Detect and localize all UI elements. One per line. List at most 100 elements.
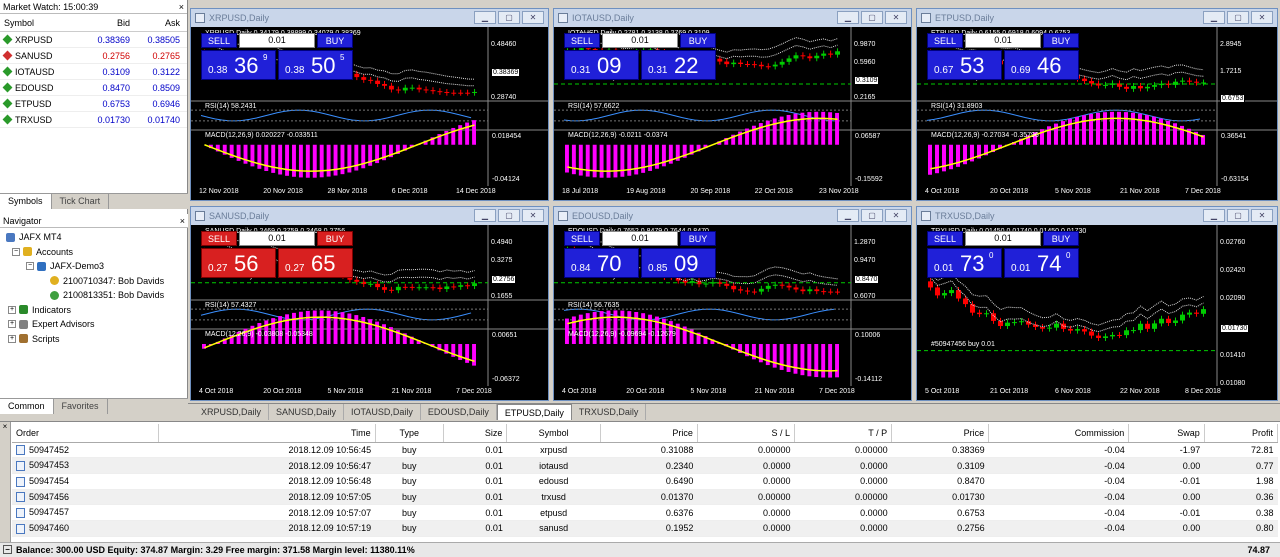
buy-button[interactable]: BUY — [317, 33, 353, 48]
chart-tab[interactable]: IOTAUSD,Daily — [344, 404, 421, 420]
column-header[interactable]: Price — [600, 424, 698, 443]
buy-button[interactable]: BUY — [680, 231, 716, 246]
bid-price-button[interactable]: 0.84 70 — [564, 248, 639, 278]
minimize-icon[interactable]: ▁ — [1203, 11, 1225, 24]
lot-size-input[interactable]: 0.01 — [602, 33, 678, 48]
minimize-icon[interactable]: ▁ — [837, 11, 859, 24]
market-watch-row[interactable]: XRPUSD 0.38369 0.38505 — [0, 32, 187, 48]
bid-price-button[interactable]: 0.01 73 0 — [927, 248, 1002, 278]
lot-size-input[interactable]: 0.01 — [239, 231, 315, 246]
bid-price-button[interactable]: 0.38 36 9 — [201, 50, 276, 80]
close-icon[interactable]: ✕ — [1251, 11, 1273, 24]
close-icon[interactable]: ✕ — [522, 209, 544, 222]
ask-price-button[interactable]: 0.01 74 0 — [1004, 248, 1079, 278]
chart-window[interactable]: SANUSD,Daily ▁▢✕ SANUSD,Daily 0.2469 0.275… — [190, 206, 549, 401]
chart-tab[interactable]: ETPUSD,Daily — [496, 404, 572, 420]
chart-titlebar[interactable]: ETPUSD,Daily ▁ ▢ ✕ — [917, 9, 1277, 27]
chart-window[interactable]: XRPUSD,Daily ▁▢✕ XRPUSD,Daily 0.34179 0.38… — [190, 8, 549, 201]
chart-plot[interactable]: XRPUSD,Daily 0.34179 0.38899 0.34079 0.3… — [191, 27, 548, 200]
sell-button[interactable]: SELL — [201, 33, 237, 48]
column-header[interactable]: Swap — [1128, 424, 1205, 443]
column-header[interactable]: Price — [891, 424, 990, 443]
market-watch-row[interactable]: IOTAUSD 0.3109 0.3122 — [0, 64, 187, 80]
close-icon[interactable]: × — [180, 214, 185, 228]
sell-button[interactable]: SELL — [927, 33, 963, 48]
col-symbol[interactable]: Symbol — [0, 18, 80, 28]
market-watch-row[interactable]: SANUSD 0.2756 0.2765 — [0, 48, 187, 64]
bid-price-button[interactable]: 0.27 56 — [201, 248, 276, 278]
market-watch-row[interactable]: EDOUSD 0.8470 0.8509 — [0, 80, 187, 96]
lot-size-input[interactable]: 0.01 — [965, 33, 1041, 48]
column-header[interactable]: Profit — [1204, 424, 1279, 443]
chart-tab[interactable]: EDOUSD,Daily — [421, 404, 497, 420]
chart-plot[interactable]: ETPUSD,Daily 0.6155 0.6918 0.6094 0.6753… — [917, 27, 1277, 200]
minimize-icon[interactable]: ▁ — [1203, 209, 1225, 222]
tab-symbols[interactable]: Symbols — [0, 194, 52, 209]
table-row[interactable]: 50947457 2018.12.09 10:57:07 buy 0.01 etpusd… — [12, 504, 1278, 521]
column-header[interactable]: Size — [443, 424, 508, 443]
table-row[interactable]: 50947460 2018.12.09 10:57:19 buy 0.01 sanusd… — [12, 520, 1278, 537]
chart-titlebar[interactable]: XRPUSD,Daily ▁ ▢ ✕ — [191, 9, 548, 27]
ask-price-button[interactable]: 0.85 09 — [641, 248, 716, 278]
maximize-icon[interactable]: ▢ — [498, 209, 520, 222]
sell-button[interactable]: SELL — [564, 231, 600, 246]
ask-price-button[interactable]: 0.27 65 — [278, 248, 353, 278]
chart-plot[interactable]: SANUSD,Daily 0.2469 0.2759 0.2468 0.2756… — [191, 225, 548, 400]
tab-common[interactable]: Common — [0, 399, 54, 414]
nav-root[interactable]: JAFX MT4 — [6, 230, 188, 245]
col-bid[interactable]: Bid — [80, 18, 130, 28]
expand-icon[interactable]: + — [8, 305, 16, 314]
col-ask[interactable]: Ask — [130, 18, 180, 28]
close-icon[interactable]: ✕ — [1251, 209, 1273, 222]
nav-scripts[interactable]: + Scripts — [6, 332, 188, 347]
market-watch-row[interactable]: ETPUSD 0.6753 0.6946 — [0, 96, 187, 112]
chart-window[interactable]: ETPUSD,Daily ▁▢✕ ETPUSD,Daily 0.6155 0.691… — [916, 8, 1278, 201]
chart-window[interactable]: IOTAUSD,Daily ▁▢✕ IOTAUSD,Daily 0.2781 0.3… — [553, 8, 912, 201]
column-header[interactable]: Type — [375, 424, 444, 443]
expand-icon[interactable]: + — [8, 320, 16, 329]
column-header[interactable]: S / L — [697, 424, 796, 443]
chart-titlebar[interactable]: EDOUSD,Daily ▁ ▢ ✕ — [554, 207, 911, 225]
buy-button[interactable]: BUY — [1043, 33, 1079, 48]
bid-price-button[interactable]: 0.67 53 — [927, 50, 1002, 80]
ask-price-button[interactable]: 0.38 50 5 — [278, 50, 353, 80]
table-row[interactable]: 50947452 2018.12.09 10:56:45 buy 0.01 xrpusd… — [12, 442, 1278, 459]
nav-account-1[interactable]: 2100710347: Bob Davids — [6, 274, 188, 289]
nav-accounts[interactable]: − Accounts — [6, 245, 188, 260]
ask-price-button[interactable]: 0.31 22 — [641, 50, 716, 80]
chart-tab[interactable]: SANUSD,Daily — [269, 404, 345, 420]
tab-tick-chart[interactable]: Tick Chart — [52, 194, 110, 209]
nav-server[interactable]: − JAFX-Demo3 — [6, 259, 188, 274]
chart-tab[interactable]: XRPUSD,Daily — [194, 404, 270, 420]
column-header[interactable]: T / P — [794, 424, 893, 443]
chart-titlebar[interactable]: TRXUSD,Daily ▁ ▢ ✕ — [917, 207, 1277, 225]
close-icon[interactable]: ✕ — [885, 209, 907, 222]
chart-window[interactable]: EDOUSD,Daily ▁▢✕ EDOUSD,Daily 0.7652 0.847… — [553, 206, 912, 401]
close-icon[interactable]: ✕ — [885, 11, 907, 24]
expand-icon[interactable]: + — [8, 334, 16, 343]
chart-titlebar[interactable]: IOTAUSD,Daily ▁ ▢ ✕ — [554, 9, 911, 27]
maximize-icon[interactable]: ▢ — [498, 11, 520, 24]
minimize-icon[interactable]: ▁ — [474, 11, 496, 24]
buy-button[interactable]: BUY — [680, 33, 716, 48]
sell-button[interactable]: SELL — [927, 231, 963, 246]
table-row[interactable]: 50947454 2018.12.09 10:56:48 buy 0.01 edousd… — [12, 473, 1278, 490]
ask-price-button[interactable]: 0.69 46 — [1004, 50, 1079, 80]
chart-plot[interactable]: EDOUSD,Daily 0.7652 0.8479 0.7644 0.8470… — [554, 225, 911, 400]
lot-size-input[interactable]: 0.01 — [602, 231, 678, 246]
column-header[interactable]: Time — [158, 424, 376, 443]
chart-tab[interactable]: TRXUSD,Daily — [572, 404, 647, 420]
bid-price-button[interactable]: 0.31 09 — [564, 50, 639, 80]
chart-window[interactable]: TRXUSD,Daily ▁▢✕ TRXUSD,Daily 0.01450 0.01… — [916, 206, 1278, 401]
lot-size-input[interactable]: 0.01 — [239, 33, 315, 48]
chart-plot[interactable]: IOTAUSD,Daily 0.2781 0.3138 0.2769 0.310… — [554, 27, 911, 200]
maximize-icon[interactable]: ▢ — [1227, 209, 1249, 222]
buy-button[interactable]: BUY — [317, 231, 353, 246]
nav-experts[interactable]: + Expert Advisors — [6, 317, 188, 332]
buy-button[interactable]: BUY — [1043, 231, 1079, 246]
chart-titlebar[interactable]: SANUSD,Daily ▁ ▢ ✕ — [191, 207, 548, 225]
sell-button[interactable]: SELL — [564, 33, 600, 48]
table-row[interactable]: 50947453 2018.12.09 10:56:47 buy 0.01 iotaus… — [12, 457, 1278, 474]
market-watch-row[interactable]: TRXUSD 0.01730 0.01740 — [0, 112, 187, 128]
column-header[interactable]: Symbol — [506, 424, 601, 443]
